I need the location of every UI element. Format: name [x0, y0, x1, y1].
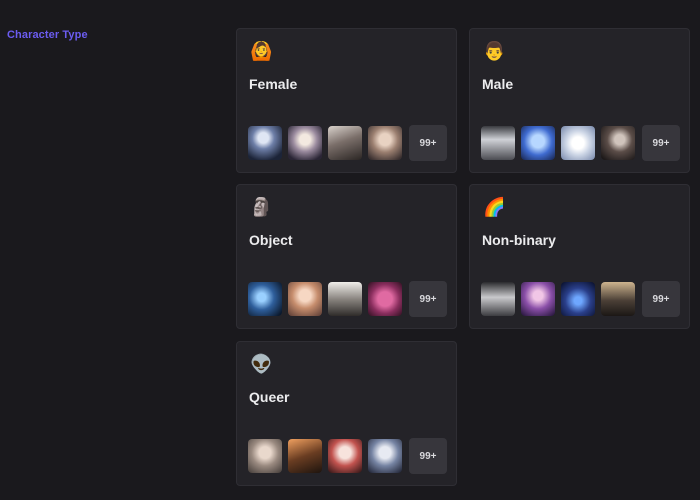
character-thumbnail[interactable]	[288, 282, 322, 316]
character-thumbnail[interactable]	[521, 126, 555, 160]
character-thumbnail[interactable]	[561, 126, 595, 160]
card-title: Queer	[249, 389, 290, 405]
card-title: Male	[482, 76, 514, 92]
character-thumbnail[interactable]	[481, 126, 515, 160]
rainbow-emoji-icon: 🌈	[483, 197, 506, 218]
thumbnail-row: 99+	[481, 125, 680, 161]
character-thumbnail[interactable]	[328, 126, 362, 160]
character-thumbnail[interactable]	[368, 126, 402, 160]
card-female[interactable]: 🙆 Female 99+	[236, 28, 457, 173]
character-thumbnail[interactable]	[601, 126, 635, 160]
card-queer[interactable]: 👽 Queer 99+	[236, 341, 457, 486]
character-type-page: Character Type 🙆 Female 99+ 👨 Male 99+ 🗿…	[0, 0, 700, 500]
female-emoji-icon: 🙆	[250, 41, 273, 62]
character-thumbnail[interactable]	[248, 439, 282, 473]
character-thumbnail[interactable]	[601, 282, 635, 316]
thumbnail-row: 99+	[481, 281, 680, 317]
card-non-binary[interactable]: 🌈 Non-binary 99+	[469, 184, 690, 329]
character-thumbnail[interactable]	[368, 282, 402, 316]
card-title: Non-binary	[482, 232, 556, 248]
card-title: Object	[249, 232, 293, 248]
character-thumbnail[interactable]	[288, 439, 322, 473]
character-thumbnail[interactable]	[248, 126, 282, 160]
more-count-badge[interactable]: 99+	[642, 125, 680, 161]
more-count-badge[interactable]: 99+	[409, 438, 447, 474]
character-thumbnail[interactable]	[521, 282, 555, 316]
character-thumbnail[interactable]	[328, 282, 362, 316]
moai-emoji-icon: 🗿	[250, 197, 273, 218]
card-object[interactable]: 🗿 Object 99+	[236, 184, 457, 329]
character-thumbnail[interactable]	[288, 126, 322, 160]
character-thumbnail[interactable]	[328, 439, 362, 473]
more-count-badge[interactable]: 99+	[409, 281, 447, 317]
more-count-badge[interactable]: 99+	[642, 281, 680, 317]
character-thumbnail[interactable]	[481, 282, 515, 316]
character-thumbnail[interactable]	[248, 282, 282, 316]
card-title: Female	[249, 76, 298, 92]
more-count-badge[interactable]: 99+	[409, 125, 447, 161]
thumbnail-row: 99+	[248, 281, 447, 317]
section-label: Character Type	[7, 29, 88, 41]
character-thumbnail[interactable]	[561, 282, 595, 316]
thumbnail-row: 99+	[248, 125, 447, 161]
character-thumbnail[interactable]	[368, 439, 402, 473]
alien-emoji-icon: 👽	[250, 354, 273, 375]
male-emoji-icon: 👨	[483, 41, 506, 62]
thumbnail-row: 99+	[248, 438, 447, 474]
card-male[interactable]: 👨 Male 99+	[469, 28, 690, 173]
